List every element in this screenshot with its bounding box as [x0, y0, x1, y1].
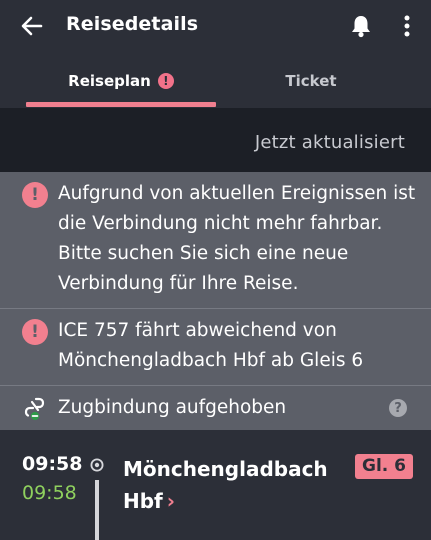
back-button[interactable]: [18, 12, 46, 40]
station-name: Mönchengladbach Hbf: [123, 457, 328, 513]
alert-circle-icon: !: [22, 319, 48, 345]
divider: [0, 385, 431, 386]
scheduled-time: 09:58: [22, 453, 83, 475]
alert-badge-icon: !: [157, 73, 174, 89]
stop-marker-icon: [90, 458, 104, 472]
route-line: [95, 480, 99, 540]
notice-item: ! ICE 757 fährt abweichend von Mönchengl…: [0, 309, 431, 385]
actual-time: 09:58: [22, 482, 77, 504]
notification-button[interactable]: [348, 12, 374, 40]
page-title: Reisedetails: [66, 13, 199, 35]
chevron-right-icon: ›: [166, 489, 176, 513]
app-bar: Reisedetails: [0, 0, 431, 52]
more-options-button[interactable]: [395, 12, 419, 40]
help-icon[interactable]: ?: [389, 399, 407, 417]
more-vertical-icon: [404, 15, 410, 37]
divider: [0, 308, 431, 309]
notice-list: ! Aufgrund von aktuellen Ereignissen ist…: [0, 172, 431, 430]
notice-item: ! Aufgrund von aktuellen Ereignissen ist…: [0, 172, 431, 308]
notice-item[interactable]: Zugbindung aufgehoben ?: [0, 386, 431, 430]
bell-icon: [352, 16, 370, 38]
update-status: Jetzt aktualisiert: [254, 132, 405, 153]
tab-label: Ticket: [285, 72, 337, 90]
broken-link-icon: [24, 397, 45, 422]
notice-text: Zugbindung aufgehoben: [58, 397, 287, 418]
notice-text: Aufgrund von aktuellen Ereignissen ist d…: [58, 183, 416, 294]
station-link[interactable]: Mönchengladbach Hbf ›: [123, 453, 343, 517]
arrow-left-icon: [21, 16, 43, 36]
alert-circle-icon: !: [22, 182, 48, 208]
tab-ticket[interactable]: Ticket: [216, 62, 406, 108]
stop-row[interactable]: 09:58 09:58 Mönchengladbach Hbf › Gl. 6: [0, 430, 431, 540]
status-band: Jetzt aktualisiert: [0, 108, 431, 172]
platform-badge: Gl. 6: [355, 454, 413, 479]
notice-text: ICE 757 fährt abweichend von Mönchenglad…: [58, 320, 364, 371]
tab-label: Reiseplan: [68, 72, 151, 90]
active-tab-indicator: [26, 102, 216, 107]
